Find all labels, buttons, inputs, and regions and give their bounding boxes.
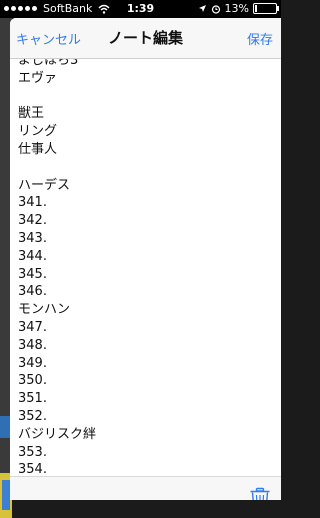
note-line: よしほら3 [18,59,79,68]
note-line: 341. [18,195,47,211]
bottom-toolbar [10,476,281,500]
note-line [18,88,273,106]
battery-icon [253,3,279,14]
trash-icon[interactable] [249,487,271,500]
note-edit-sheet: キャンセル ノート編集 保存 よしほら3 エヴァ獣王リング 仕事人ハーデス 341. 3… [10,18,281,500]
note-line: 345. [18,266,47,282]
note-line: 342. [18,213,47,229]
location-arrow-icon [198,5,206,12]
status-bar: SoftBank 1:39 13% [0,0,281,18]
note-line: 348. [18,337,47,353]
note-line: 350. [18,373,47,389]
note-line: 346. [18,284,47,300]
note-lines: よしほら3 エヴァ獣王リング 仕事人ハーデス 341. 342. 343. 344. 345.… [18,59,273,477]
status-right: 13% [198,2,279,15]
note-line: 353. [18,444,47,460]
navigation-bar: キャンセル ノート編集 保存 [10,18,281,59]
note-line: 仕事人 [18,141,58,157]
note-line: 344. [18,248,47,264]
note-line: バジリスク絆 [18,426,97,442]
note-line: リング [18,124,58,140]
background-element [2,480,10,510]
note-line: ハーデス [18,177,71,193]
note-line: 獣王 [18,106,45,122]
note-line: 352. [18,408,47,424]
note-line: 347. [18,319,47,335]
note-text-editor[interactable]: よしほら3 エヴァ獣王リング 仕事人ハーデス 341. 342. 343. 344. 345.… [18,59,273,477]
note-line: エヴァ [18,70,58,86]
battery-percent: 13% [224,2,249,15]
note-line: 354. [18,462,47,477]
note-line: モンハン [18,302,71,318]
alarm-icon [211,4,220,14]
note-line: 349. [18,355,47,371]
save-button[interactable]: 保存 [247,29,273,48]
note-line [18,159,273,177]
page-title: ノート編集 [107,29,183,47]
note-line: 343. [18,230,47,246]
note-line: 351. [18,391,47,407]
